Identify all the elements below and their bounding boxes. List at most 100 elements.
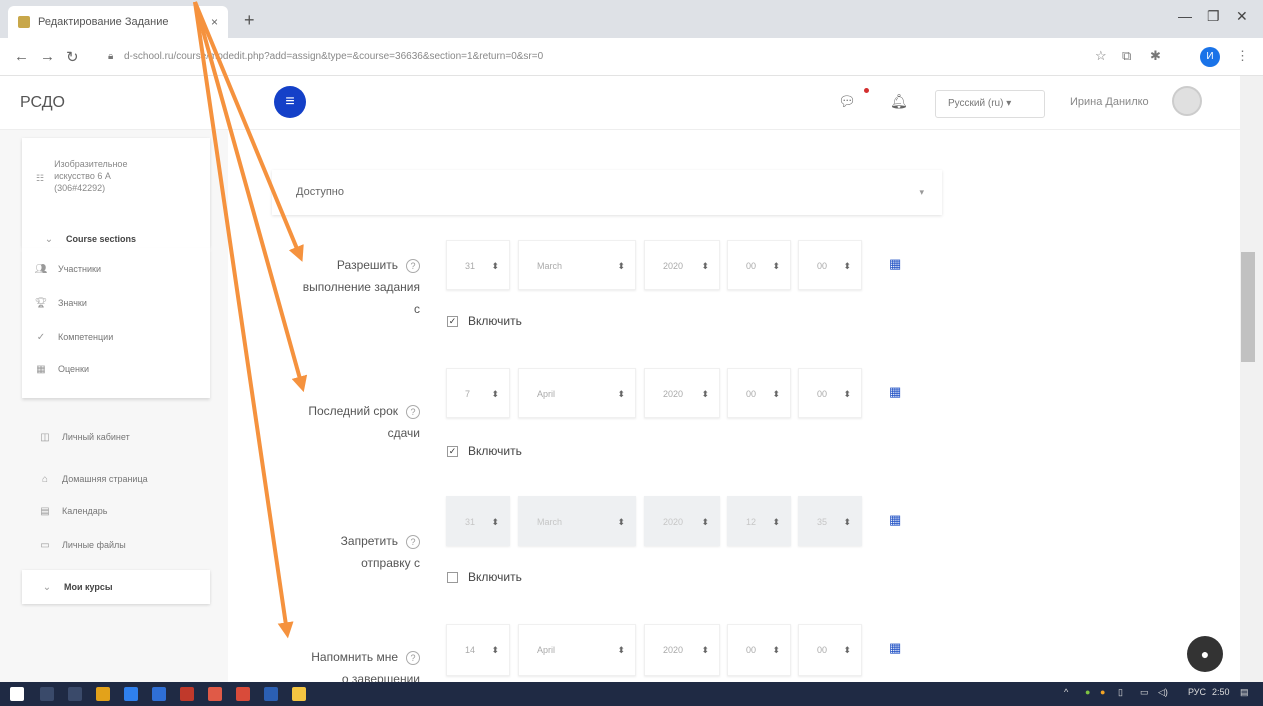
edge-icon[interactable]	[124, 687, 138, 701]
sidebar-item-grades[interactable]: ▦ Оценки	[34, 358, 89, 380]
field-label-due-date: Последний срок? сдачи	[250, 400, 420, 444]
translate-icon[interactable]: ⧉	[1122, 48, 1131, 64]
help-icon[interactable]: ?	[406, 404, 420, 419]
bell-icon[interactable]: 🔔︎	[890, 93, 908, 110]
hour-select[interactable]: 00 ⬍	[727, 368, 791, 418]
scrollbar-thumb[interactable]	[1241, 252, 1255, 362]
close-tab-icon[interactable]: ×	[211, 15, 218, 29]
day-select[interactable]: 31 ⬍	[446, 496, 510, 546]
scrollbar-track[interactable]	[1240, 76, 1263, 682]
reload-icon[interactable]: ↻	[66, 48, 79, 66]
network-icon[interactable]: ▭	[1140, 687, 1149, 698]
sidebar-item-calendar[interactable]: ▤ Календарь	[38, 500, 107, 522]
word-icon[interactable]	[264, 687, 278, 701]
year-select[interactable]: 2020 ⬍	[644, 368, 720, 418]
availability-select[interactable]: Доступно ▾	[272, 170, 942, 215]
updown-icon: ⬍	[701, 517, 709, 527]
language-select[interactable]: Русский (ru) ▾	[935, 90, 1045, 118]
browser-tabbar: Редактирование Задание × + — ❐ ✕	[0, 0, 1263, 38]
minimize-icon[interactable]: —	[1178, 8, 1192, 24]
star-icon[interactable]: ☆	[1095, 48, 1107, 64]
sidebar-item-participants[interactable]: 👥︎ Участники	[34, 258, 101, 280]
help-icon[interactable]: ?	[406, 650, 420, 665]
help-fab-button[interactable]: ●	[1187, 636, 1223, 672]
input-language[interactable]: РУС	[1188, 687, 1206, 697]
hour-select[interactable]: 00 ⬍	[727, 240, 791, 290]
drawer-toggle-button[interactable]: ≡	[274, 86, 306, 118]
help-icon[interactable]: ?	[406, 258, 420, 273]
messages-icon[interactable]: 💬︎	[838, 93, 856, 110]
chevron-down-icon: ⌄	[44, 233, 54, 245]
browser-tab[interactable]: Редактирование Задание ×	[8, 6, 228, 38]
year-select[interactable]: 2020 ⬍	[644, 624, 720, 676]
sidebar-item-badges[interactable]: 🏆︎ Значки	[34, 292, 87, 314]
hour-select[interactable]: 12 ⬍	[727, 496, 791, 546]
maximize-icon[interactable]: ❐	[1207, 8, 1220, 25]
minute-select[interactable]: 00 ⬍	[798, 624, 862, 676]
checkbox-box[interactable]: ✓	[447, 445, 458, 457]
enable-checkbox[interactable]: ✓ Включить	[447, 314, 522, 328]
tray-icon[interactable]: ●	[1100, 687, 1105, 697]
month-value: March	[537, 517, 563, 527]
enable-checkbox[interactable]: ✓ Включить	[447, 444, 522, 458]
battery-icon[interactable]: ▯	[1118, 687, 1123, 698]
url-field[interactable]: 🔒︎ d-school.ru/course/modedit.php?add=as…	[100, 45, 1080, 69]
back-icon[interactable]: ←	[14, 48, 29, 65]
month-select[interactable]: March ⬍	[518, 496, 636, 546]
calendar-icon[interactable]: ▦	[889, 512, 901, 528]
explorer-icon[interactable]	[96, 687, 110, 701]
sidebar-item-dashboard[interactable]: ◫ Личный кабинет	[38, 426, 129, 448]
start-icon[interactable]	[10, 687, 24, 701]
new-tab-icon[interactable]: +	[244, 10, 255, 31]
tray-icon[interactable]: ●	[1085, 687, 1090, 697]
task-view-icon[interactable]	[68, 687, 82, 701]
month-select[interactable]: April ⬍	[518, 368, 636, 418]
notifications-icon[interactable]: ▤	[1240, 687, 1249, 698]
minute-select[interactable]: 00 ⬍	[798, 368, 862, 418]
trophy-icon: 🏆︎	[34, 297, 48, 309]
chrome-icon[interactable]	[292, 687, 306, 701]
site-brand[interactable]: РСДО	[20, 94, 65, 112]
close-window-icon[interactable]: ✕	[1236, 8, 1248, 25]
updown-icon: ⬍	[843, 261, 851, 271]
clock[interactable]: 2:50	[1212, 687, 1230, 697]
course-link[interactable]: ☷ Изобразительное искусство 6 А (306#422…	[36, 158, 127, 194]
help-icon[interactable]: ?	[406, 534, 420, 549]
calendar-icon[interactable]: ▦	[889, 640, 901, 656]
my-courses-toggle[interactable]: ⌄ Мои курсы	[40, 576, 113, 598]
minute-select[interactable]: 35 ⬍	[798, 496, 862, 546]
checkbox-box[interactable]: ✓	[447, 315, 458, 327]
label-line: Последний срок	[308, 404, 398, 418]
profile-icon[interactable]: И	[1200, 47, 1220, 67]
year-select[interactable]: 2020 ⬍	[644, 496, 720, 546]
store-icon[interactable]	[152, 687, 166, 701]
app-icon[interactable]	[180, 687, 194, 701]
day-select[interactable]: 31 ⬍	[446, 240, 510, 290]
app-icon[interactable]	[236, 687, 250, 701]
sidebar-item-files[interactable]: ▭ Личные файлы	[38, 534, 125, 556]
volume-icon[interactable]: ◁)	[1158, 687, 1168, 698]
month-select[interactable]: March ⬍	[518, 240, 636, 290]
day-select[interactable]: 7 ⬍	[446, 368, 510, 418]
calendar-icon[interactable]: ▦	[889, 384, 901, 400]
forward-icon[interactable]: →	[40, 48, 55, 65]
checkbox-box[interactable]	[447, 571, 458, 583]
tray-chevron-icon[interactable]: ^	[1064, 687, 1068, 697]
app-icon[interactable]	[208, 687, 222, 701]
calendar-icon[interactable]: ▦	[889, 256, 901, 272]
hour-select[interactable]: 00 ⬍	[727, 624, 791, 676]
user-name[interactable]: Ирина Данилко	[1070, 96, 1149, 108]
label-line: Напомнить мне	[311, 650, 398, 664]
search-icon[interactable]	[40, 687, 54, 701]
month-select[interactable]: April ⬍	[518, 624, 636, 676]
day-select[interactable]: 14 ⬍	[446, 624, 510, 676]
course-sections-toggle[interactable]: ⌄ Course sections	[42, 228, 136, 250]
sidebar-item-competencies[interactable]: ✓ Компетенции	[34, 326, 113, 348]
enable-checkbox[interactable]: Включить	[447, 570, 522, 584]
avatar[interactable]	[1172, 86, 1202, 116]
minute-select[interactable]: 00 ⬍	[798, 240, 862, 290]
sidebar-item-home[interactable]: ⌂ Домашняя страница	[38, 468, 148, 490]
browser-menu-icon[interactable]: ⋮	[1236, 48, 1249, 64]
year-select[interactable]: 2020 ⬍	[644, 240, 720, 290]
extension-icon[interactable]: ✱	[1150, 48, 1161, 64]
